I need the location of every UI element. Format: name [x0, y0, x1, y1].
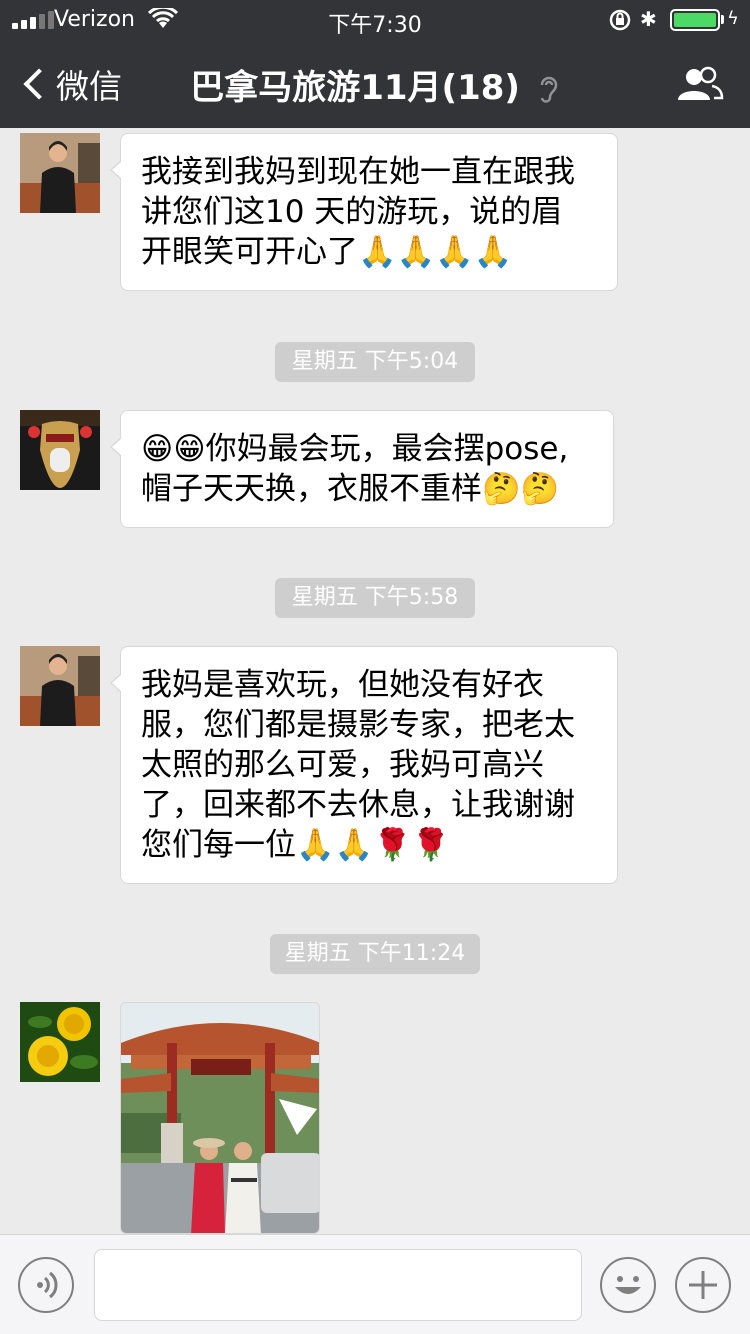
chat-title: 巴拿马旅游11月(18): [0, 60, 750, 109]
avatar[interactable]: [20, 646, 100, 726]
avatar-woman-dark-jacket-image: [20, 646, 100, 726]
message-line: 您们每一位🙏🙏🌹🌹: [141, 827, 451, 863]
message-line: 😁😁你妈最会玩，最会摆pose,: [141, 431, 569, 467]
battery-tip: [721, 15, 724, 24]
message-bubble[interactable]: 😁😁你妈最会玩，最会摆pose, 帽子天天换，衣服不重样🤔🤔: [110, 410, 614, 528]
plus-icon: [689, 1271, 717, 1299]
message-input[interactable]: [94, 1249, 582, 1321]
status-bar: Verizon 下午7:30 ✱ ϟ: [0, 0, 750, 40]
timestamp: 星期五 下午5:04: [275, 342, 475, 382]
avatar-panama-hat-sign-image: [20, 410, 100, 490]
message-image[interactable]: [120, 1002, 320, 1234]
message-line: 讲您们这10 天的游玩，说的眉: [141, 194, 563, 230]
avatar-woman-dark-jacket-image: [20, 133, 100, 213]
voice-button[interactable]: [18, 1257, 74, 1313]
message-line: 我接到我妈到现在她一直在跟我: [141, 154, 575, 190]
photo-two-women-at-chinese-gate: [121, 1003, 319, 1233]
charging-icon: ϟ: [727, 8, 739, 29]
header: Verizon 下午7:30 ✱ ϟ 微信 巴拿马旅游11月(18): [0, 0, 750, 128]
avatar-yellow-flowers-image: [20, 1002, 100, 1082]
message-line: 我妈是喜欢玩，但她没有好衣: [141, 667, 544, 703]
emoji-icon: [615, 1276, 641, 1294]
message-line: 了，回来都不去休息，让我谢谢: [141, 787, 575, 823]
message-bubble[interactable]: 我妈是喜欢玩，但她没有好衣 服，您们都是摄影专家，把老太 太照的那么可爱，我妈可…: [110, 646, 618, 884]
mute-ear-icon: [540, 76, 558, 103]
avatar[interactable]: [20, 133, 100, 213]
message-line: 开眼笑可开心了🙏🙏🙏🙏: [141, 234, 513, 270]
status-time: 下午7:30: [328, 13, 422, 38]
rotation-lock-icon: [609, 9, 631, 31]
message-bubble[interactable]: 我接到我妈到现在她一直在跟我 讲您们这10 天的游玩，说的眉 开眼笑可开心了🙏🙏…: [110, 133, 618, 291]
more-button[interactable]: [675, 1257, 731, 1313]
message-line: 帽子天天换，衣服不重样🤔🤔: [141, 471, 560, 507]
battery-icon: [670, 9, 720, 31]
avatar[interactable]: [20, 410, 100, 490]
group-members-icon[interactable]: [676, 66, 724, 102]
input-bar: [0, 1234, 750, 1334]
nav-bar: 微信 巴拿马旅游11月(18): [0, 40, 750, 128]
timestamp: 星期五 下午5:58: [275, 578, 475, 618]
battery-level: [674, 13, 716, 27]
message-line: 太照的那么可爱，我妈可高兴: [141, 747, 544, 783]
avatar[interactable]: [20, 1002, 100, 1082]
bluetooth-icon: ✱: [640, 7, 657, 31]
timestamp: 星期五 下午11:24: [270, 934, 480, 974]
voice-icon: [37, 1271, 58, 1299]
emoji-button[interactable]: [600, 1257, 656, 1313]
chat-title-text: 巴拿马旅游11月(18): [190, 68, 520, 108]
message-line: 服，您们都是摄影专家，把老太: [141, 707, 575, 743]
